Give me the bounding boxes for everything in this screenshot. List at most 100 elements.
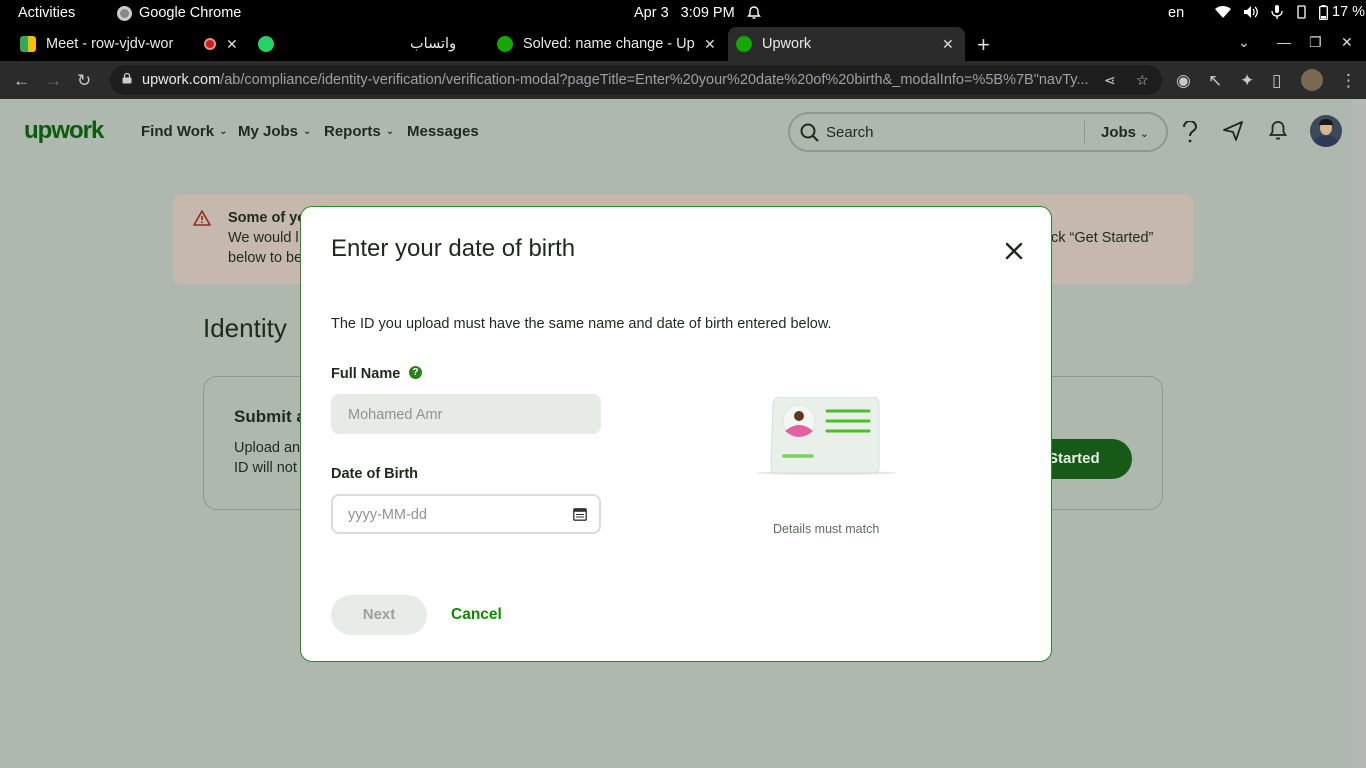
nav-messages[interactable]: Messages [407, 123, 479, 140]
share-icon[interactable]: ⋖ [1104, 72, 1116, 89]
notifications-bell-icon[interactable] [1269, 121, 1287, 141]
tab-upwork[interactable]: Upwork ✕ [728, 27, 965, 61]
upwork-icon [497, 36, 513, 52]
chrome-menu-icon[interactable]: ⋮ [1340, 71, 1357, 91]
page-title: Identity [203, 313, 287, 343]
tab-meet[interactable]: Meet - row-vjdv-wor ✕ [20, 27, 245, 61]
dob-placeholder: yyyy-MM-dd [348, 507, 427, 523]
bell-off-icon [746, 6, 761, 19]
direct-contracts-icon[interactable] [1223, 121, 1243, 141]
forward-icon[interactable]: → [45, 71, 62, 91]
date-text: Apr 3 [634, 5, 669, 21]
close-tab-icon[interactable]: ✕ [942, 36, 954, 53]
extensions-puzzle-icon[interactable]: ✦ [1240, 71, 1254, 91]
banner-text: ck “Get Started” [1051, 230, 1154, 246]
nav-label: My Jobs [238, 123, 299, 140]
bookmark-star-icon[interactable]: ☆ [1136, 72, 1149, 89]
app-name: Google Chrome [139, 5, 242, 21]
nav-label: Messages [407, 123, 479, 140]
full-name-field[interactable]: Mohamed Amr [331, 394, 601, 434]
card-text: ID will not [234, 460, 297, 476]
close-tab-icon[interactable]: ✕ [226, 36, 238, 53]
id-card-illustration [756, 397, 896, 475]
battery-percent: 17 % [1332, 4, 1366, 20]
tab-whatsapp[interactable]: واتساب [258, 27, 484, 61]
next-button[interactable]: Next [331, 595, 427, 635]
cancel-button[interactable]: Cancel [451, 606, 502, 624]
chevron-down-icon: ⌄ [1140, 129, 1149, 140]
reload-icon[interactable]: ↻ [77, 71, 91, 91]
tab-title: Meet - row-vjdv-wor [46, 36, 174, 52]
lock-icon [122, 73, 132, 84]
profile-avatar[interactable] [1301, 69, 1323, 91]
volume-icon [1244, 6, 1258, 18]
app-menu[interactable]: Google Chrome [117, 5, 241, 21]
new-tab-button[interactable]: + [977, 32, 990, 58]
chevron-down-icon: ⌄ [385, 126, 395, 137]
search-bar[interactable]: Search Jobs ⌄ [788, 112, 1168, 152]
nav-label: Find Work [141, 123, 215, 140]
modal-title: Enter your date of birth [331, 235, 576, 262]
close-tab-icon[interactable]: ✕ [704, 36, 716, 53]
dob-modal: Enter your date of birth The ID you uplo… [300, 206, 1052, 662]
close-window-icon[interactable]: ✕ [1341, 34, 1353, 51]
search-scope-dropdown[interactable]: Jobs ⌄ [1101, 124, 1149, 141]
search-icon [800, 123, 819, 142]
nav-reports[interactable]: Reports ⌄ [324, 123, 394, 140]
tab-search-icon[interactable]: ⌄ [1238, 34, 1250, 51]
maximize-icon[interactable]: ❐ [1309, 34, 1322, 51]
nav-find-work[interactable]: Find Work ⌄ [141, 123, 227, 140]
dob-label: Date of Birth [331, 466, 418, 482]
tab-title: واتساب [410, 36, 457, 52]
google-meet-icon [20, 36, 36, 52]
search-divider [1084, 121, 1085, 143]
chrome-icon [117, 5, 132, 21]
recording-icon [204, 38, 216, 50]
browser-toolbar: ← → ↻ upwork.com/ab/compliance/identity-… [0, 61, 1366, 99]
battery-icon [1319, 4, 1328, 20]
minimize-icon[interactable]: — [1277, 34, 1291, 50]
help-icon[interactable] [1181, 121, 1199, 143]
tab-strip: Meet - row-vjdv-wor ✕ واتساب Solved: nam… [0, 27, 1366, 61]
avatar-body [1314, 136, 1338, 147]
user-avatar[interactable] [1310, 115, 1342, 147]
whatsapp-icon [258, 36, 274, 52]
url-domain: upwork.com [142, 72, 221, 88]
rotation-lock-icon [1297, 5, 1306, 19]
help-icon[interactable]: ? [409, 366, 422, 379]
banner-title: Some of yo [228, 210, 307, 226]
clock[interactable]: Apr 3 3:09 PM [634, 5, 761, 21]
chevron-down-icon: ⌄ [219, 126, 228, 137]
upwork-logo[interactable]: upwork [24, 117, 104, 145]
full-name-label: Full Name [331, 366, 401, 382]
system-tray[interactable]: 17 % [1215, 4, 1365, 20]
avatar-hair [1319, 119, 1333, 125]
url-path: /ab/compliance/identity-verification/ver… [220, 72, 1089, 88]
dob-field[interactable]: yyyy-MM-dd [331, 494, 601, 534]
calendar-icon[interactable] [573, 507, 587, 521]
language-indicator[interactable]: en [1168, 5, 1184, 21]
tab-title: Upwork [762, 36, 812, 52]
side-panel-icon[interactable]: ▯ [1272, 71, 1281, 91]
search-input[interactable]: Search [826, 124, 874, 141]
wifi-icon [1215, 6, 1231, 18]
tab-title: Solved: name change - Up [523, 36, 695, 52]
extension-cursor-icon[interactable]: ↖ [1208, 71, 1222, 91]
extension-record-icon[interactable]: ◉ [1176, 71, 1191, 91]
banner-text: We would l [228, 230, 299, 246]
activities-button[interactable]: Activities [18, 5, 75, 21]
address-bar[interactable]: upwork.com/ab/compliance/identity-verifi… [110, 65, 1162, 95]
back-icon[interactable]: ← [13, 71, 30, 91]
card-text: Upload an [234, 440, 301, 456]
scope-label: Jobs [1101, 124, 1137, 141]
close-icon[interactable] [1003, 240, 1025, 262]
card-title: Submit a [234, 407, 306, 426]
page-scrollbar[interactable] [1352, 99, 1366, 768]
nav-label: Reports [324, 123, 381, 140]
microphone-icon [1271, 5, 1283, 19]
tab-upwork-solved[interactable]: Solved: name change - Up ✕ [497, 27, 723, 61]
system-top-bar: Activities Google Chrome Apr 3 3:09 PM e… [0, 0, 1366, 27]
nav-my-jobs[interactable]: My Jobs ⌄ [238, 123, 311, 140]
warning-icon [193, 210, 211, 226]
chevron-down-icon: ⌄ [303, 126, 312, 137]
